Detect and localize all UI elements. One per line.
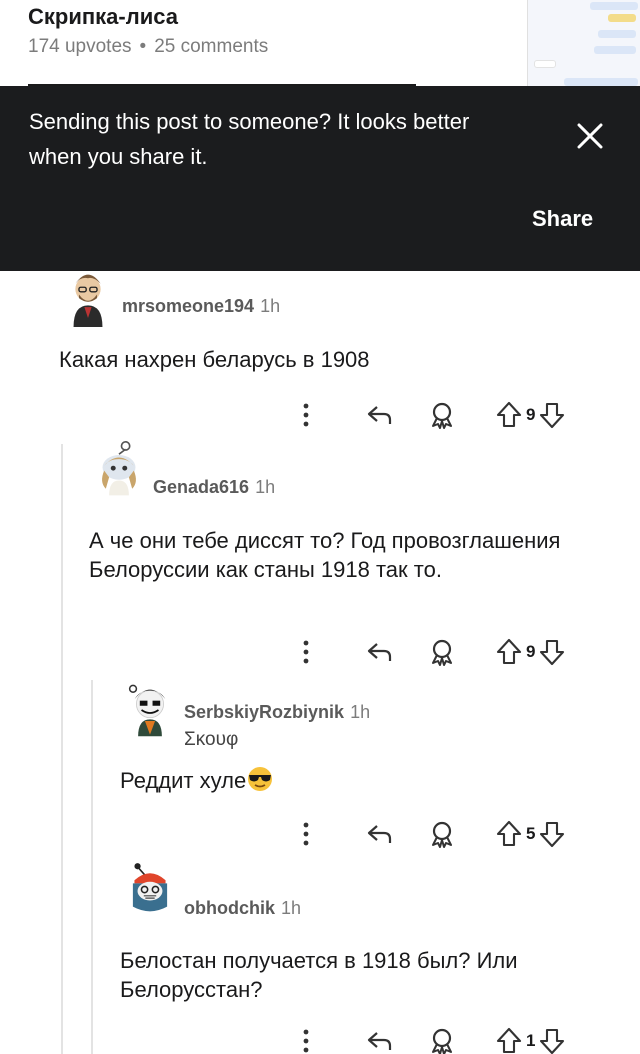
vote-control: 5: [496, 819, 565, 849]
vote-control: 9: [496, 637, 565, 667]
share-banner: Sending this post to someone? It looks b…: [0, 86, 640, 271]
comment-actions: 1: [296, 1026, 596, 1054]
comment-username[interactable]: obhodchik 1h: [184, 898, 301, 919]
comment-username[interactable]: mrsomeone194 1h: [122, 296, 280, 317]
share-banner-message: Sending this post to someone? It looks b…: [29, 109, 470, 169]
reply-button[interactable]: [366, 400, 394, 430]
close-icon: [577, 123, 603, 149]
user-avatar[interactable]: [60, 271, 116, 327]
downvote-arrow-icon[interactable]: [539, 819, 565, 849]
award-icon: [432, 1028, 452, 1054]
vote-score: 9: [526, 642, 536, 661]
more-vertical-icon: [303, 640, 309, 664]
comment-time: 1h: [255, 477, 276, 497]
user-avatar[interactable]: [91, 441, 147, 497]
comment: obhodchik 1h Белостан получается в 1918 б…: [0, 860, 640, 1054]
close-banner-button[interactable]: [570, 116, 610, 156]
vote-control: 1: [496, 1026, 565, 1054]
comment-actions: 5: [296, 819, 596, 849]
comment: Genada616 1h А че они тебе диссят то? Год…: [0, 441, 640, 681]
reply-button[interactable]: [366, 1026, 394, 1054]
reply-icon: [367, 1032, 392, 1050]
comment: SerbskiyRozbiynik 1h Σκουφ Реддит хуле 5: [0, 680, 640, 860]
reply-button[interactable]: [366, 637, 394, 667]
upvote-count: 174 upvotes: [28, 36, 132, 57]
comment-username[interactable]: Genada616 1h: [153, 477, 275, 498]
user-flair: Σκουφ: [184, 729, 239, 750]
post-title[interactable]: Скрипка-лиса: [28, 4, 178, 30]
meta-separator: •: [139, 36, 147, 57]
downvote-arrow-icon[interactable]: [539, 637, 565, 667]
comment-username[interactable]: SerbskiyRozbiynik 1h: [184, 702, 370, 723]
comment-actions: 9: [296, 637, 596, 667]
upvote-arrow-icon[interactable]: [496, 637, 522, 667]
more-vertical-icon: [303, 822, 309, 846]
award-button[interactable]: [428, 1026, 456, 1054]
more-options-button[interactable]: [296, 1026, 316, 1054]
award-button[interactable]: [428, 400, 456, 430]
award-button[interactable]: [428, 819, 456, 849]
more-options-button[interactable]: [296, 819, 316, 849]
reply-icon: [367, 643, 392, 661]
more-vertical-icon: [303, 1029, 309, 1053]
more-options-button[interactable]: [296, 400, 316, 430]
post-thumbnail[interactable]: [527, 0, 640, 86]
reply-icon: [367, 406, 392, 424]
post-header: Скрипка-лиса 174 upvotes • 25 comments: [0, 0, 640, 87]
award-icon: [432, 402, 452, 429]
user-avatar[interactable]: [122, 860, 178, 916]
upvote-arrow-icon[interactable]: [496, 819, 522, 849]
upvote-arrow-icon[interactable]: [496, 400, 522, 430]
more-options-button[interactable]: [296, 637, 316, 667]
downvote-arrow-icon[interactable]: [539, 1026, 565, 1054]
comment-time: 1h: [281, 898, 302, 918]
comment-body: Реддит хуле: [120, 766, 590, 795]
award-icon: [432, 639, 452, 666]
comment-time: 1h: [350, 702, 371, 722]
vote-score: 5: [526, 824, 536, 843]
award-button[interactable]: [428, 637, 456, 667]
share-button[interactable]: Share: [532, 206, 593, 232]
vote-control: 9: [496, 400, 565, 430]
comment-body: Какая нахрен беларусь в 1908: [59, 347, 370, 372]
comment-body: А че они тебе диссят то? Год провозглаше…: [89, 528, 561, 582]
post-meta: 174 upvotes • 25 comments: [28, 36, 268, 58]
award-icon: [432, 821, 452, 848]
downvote-arrow-icon[interactable]: [539, 400, 565, 430]
reply-icon: [367, 825, 392, 843]
vote-score: 1: [526, 1031, 536, 1050]
more-vertical-icon: [303, 403, 309, 427]
sunglasses-emoji-icon: [248, 767, 273, 791]
user-avatar[interactable]: [122, 682, 178, 738]
comment-body: Белостан получается в 1918 был? Или Бело…: [120, 948, 518, 1002]
upvote-arrow-icon[interactable]: [496, 1026, 522, 1054]
comment-count: 25 comments: [154, 36, 269, 57]
comment: mrsomeone194 1h Какая нахрен беларусь в 1…: [0, 271, 640, 441]
vote-score: 9: [526, 405, 536, 424]
comment-actions: 9: [296, 400, 596, 430]
comment-time: 1h: [260, 296, 281, 316]
reply-button[interactable]: [366, 819, 394, 849]
